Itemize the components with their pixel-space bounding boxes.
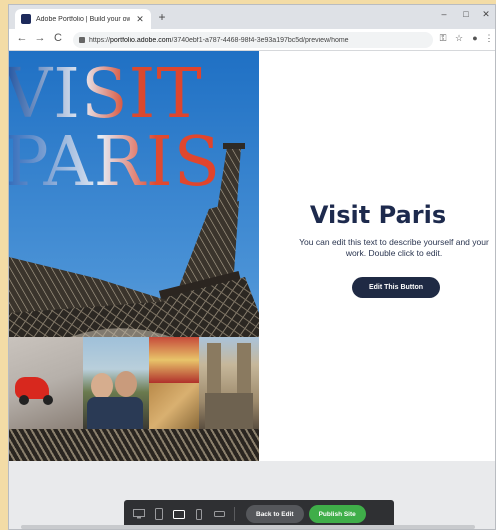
desktop-view-icon[interactable] bbox=[132, 507, 146, 521]
statue-photo bbox=[149, 383, 199, 429]
horizontal-scrollbar[interactable] bbox=[21, 525, 475, 529]
phone-landscape-icon[interactable] bbox=[212, 507, 226, 521]
portfolio-preview: VISIT PARIS Visit Paris You can edit thi… bbox=[9, 51, 495, 529]
navigation-bar: ← → C https://portfolio.adobe.com/3740eb… bbox=[9, 29, 495, 51]
reload-icon[interactable]: C bbox=[51, 32, 65, 44]
url-prefix: https:// bbox=[89, 36, 111, 44]
bookmark-star-icon[interactable]: ☆ bbox=[453, 33, 465, 44]
menu-kebab-icon[interactable]: ⋮ bbox=[483, 33, 495, 44]
tab-title: Adobe Portfolio | Build your own bbox=[36, 15, 130, 23]
page-headline[interactable]: Visit Paris bbox=[259, 201, 495, 229]
toolbar-divider bbox=[234, 507, 235, 521]
content-panel: Visit Paris You can edit this text to de… bbox=[259, 51, 495, 461]
maximize-icon[interactable]: □ bbox=[459, 9, 473, 19]
url-path: /3740ebf1-a787-4468-98f4-3e93a197bc5d/pr… bbox=[171, 36, 349, 44]
tab-bar: Adobe Portfolio | Build your own ✕ + – □… bbox=[9, 5, 495, 29]
scooter-photo bbox=[9, 337, 83, 429]
publish-site-button[interactable]: Publish Site bbox=[308, 505, 366, 523]
close-window-icon[interactable]: ✕ bbox=[479, 9, 493, 20]
new-tab-icon[interactable]: + bbox=[155, 10, 169, 24]
phone-portrait-icon[interactable] bbox=[192, 507, 206, 521]
tower-spire bbox=[217, 147, 241, 211]
url-text: https://portfolio.adobe.com/3740ebf1-a78… bbox=[89, 37, 349, 44]
carousel-photo bbox=[149, 337, 199, 383]
tablet-landscape-icon[interactable] bbox=[172, 507, 186, 521]
tablet-portrait-icon[interactable] bbox=[152, 507, 166, 521]
browser-window: Adobe Portfolio | Build your own ✕ + – □… bbox=[8, 4, 496, 530]
preview-toolbar: Back to Edit Publish Site bbox=[124, 500, 394, 528]
notre-dame-photo bbox=[199, 337, 259, 429]
browser-tab[interactable]: Adobe Portfolio | Build your own ✕ bbox=[15, 9, 151, 29]
lock-icon bbox=[79, 37, 85, 43]
key-icon[interactable]: ⚿ bbox=[437, 33, 449, 44]
edit-this-button[interactable]: Edit This Button bbox=[352, 277, 440, 298]
friends-photo bbox=[83, 337, 149, 429]
tower-detail-photo bbox=[9, 429, 259, 461]
adobe-portfolio-favicon-icon bbox=[21, 14, 31, 24]
minimize-icon[interactable]: – bbox=[437, 9, 451, 19]
profile-avatar-icon[interactable]: ● bbox=[469, 33, 481, 43]
hero-image: VISIT PARIS bbox=[9, 51, 259, 461]
back-to-edit-button[interactable]: Back to Edit bbox=[246, 505, 304, 523]
back-arrow-icon[interactable]: ← bbox=[15, 32, 29, 44]
url-host: portfolio.adobe.com bbox=[110, 36, 172, 44]
intro-text[interactable]: You can edit this text to describe yours… bbox=[299, 237, 489, 259]
forward-arrow-icon[interactable]: → bbox=[33, 32, 47, 44]
photo-collage bbox=[9, 337, 259, 461]
address-bar[interactable]: https://portfolio.adobe.com/3740ebf1-a78… bbox=[73, 32, 433, 48]
close-tab-icon[interactable]: ✕ bbox=[135, 14, 145, 25]
